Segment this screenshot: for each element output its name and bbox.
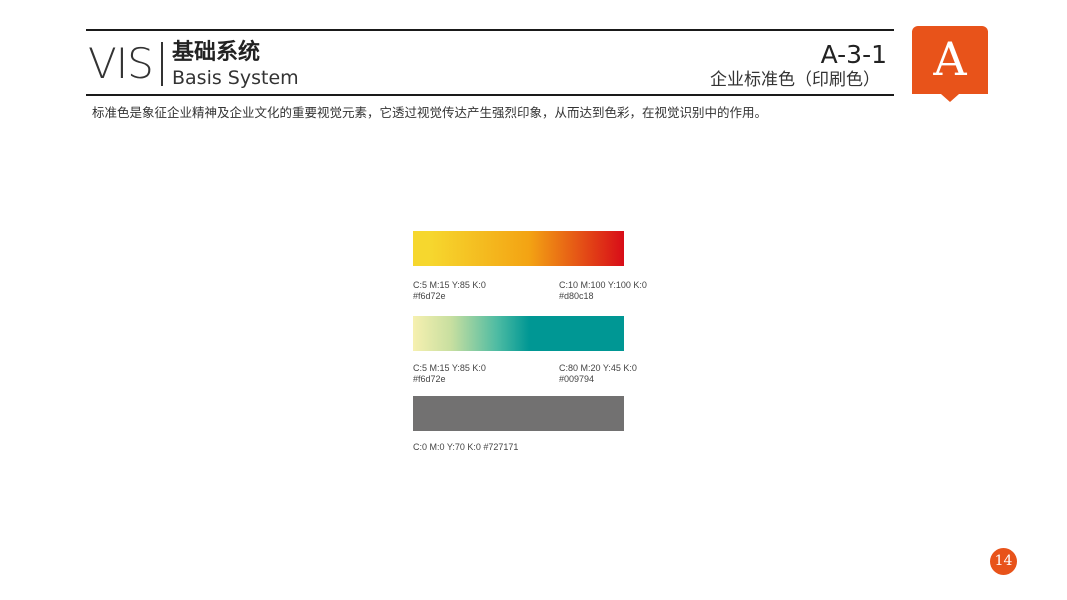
swatch-2-right-hex: #009794 bbox=[559, 374, 595, 384]
header-bottom-rule bbox=[86, 94, 894, 96]
swatch-3-label: C:0 M:0 Y:70 K:0 #727171 bbox=[413, 442, 519, 452]
section-tab-letter: A bbox=[933, 32, 967, 86]
color-swatch-gray bbox=[413, 396, 624, 431]
header-top-rule bbox=[86, 29, 894, 31]
swatch-2-right-cmyk: C:80 M:20 Y:45 K:0 bbox=[559, 363, 637, 373]
swatch-2-left-cmyk: C:5 M:15 Y:85 K:0 bbox=[413, 363, 486, 373]
swatch-1-left-spec: C:5 M:15 Y:85 K:0 #f6d72e bbox=[413, 280, 486, 302]
swatch-2-right-spec: C:80 M:20 Y:45 K:0 #009794 bbox=[559, 363, 637, 385]
color-swatch-cream-teal bbox=[413, 316, 624, 351]
vis-logo: VIS bbox=[88, 39, 154, 88]
page-subtitle: 企业标准色（印刷色） bbox=[710, 70, 880, 90]
swatch-2-left-hex: #f6d72e bbox=[413, 374, 446, 384]
page-number-badge: 14 bbox=[990, 548, 1017, 575]
logo-divider bbox=[161, 42, 163, 86]
swatch-3-spec: C:0 M:0 Y:70 K:0 #727171 bbox=[413, 442, 518, 453]
swatch-1-left-cmyk: C:5 M:15 Y:85 K:0 bbox=[413, 280, 486, 290]
section-title-cn: 基础系统 bbox=[172, 40, 261, 65]
swatch-1-left-hex: #f6d72e bbox=[413, 291, 446, 301]
section-title-en: Basis System bbox=[172, 67, 299, 89]
page-code: A-3-1 bbox=[820, 40, 887, 69]
swatch-1-right-cmyk: C:10 M:100 Y:100 K:0 bbox=[559, 280, 647, 290]
swatch-1-right-hex: #d80c18 bbox=[559, 291, 594, 301]
swatch-1-right-spec: C:10 M:100 Y:100 K:0 #d80c18 bbox=[559, 280, 647, 302]
description-text: 标准色是象征企业精神及企业文化的重要视觉元素，它透过视觉传达产生强烈印象，从而达… bbox=[92, 105, 768, 120]
swatch-2-left-spec: C:5 M:15 Y:85 K:0 #f6d72e bbox=[413, 363, 486, 385]
section-tab-pointer bbox=[941, 94, 959, 102]
color-swatch-yellow-red bbox=[413, 231, 624, 266]
